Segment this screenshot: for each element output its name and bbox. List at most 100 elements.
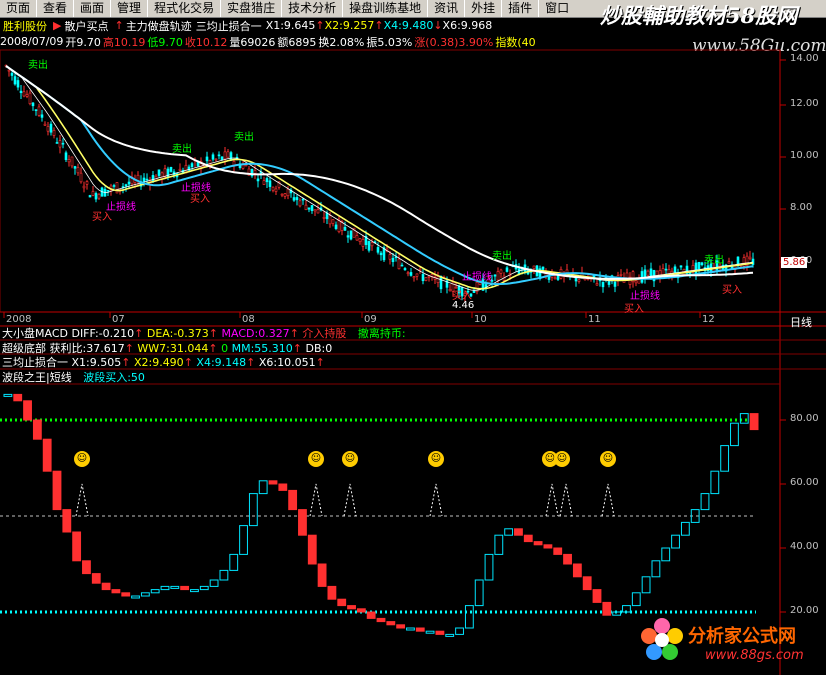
wave-tick: 40.00 [790, 541, 819, 552]
candle-body [358, 238, 362, 242]
candle-body [304, 204, 308, 211]
candle-body [241, 164, 245, 169]
candle-body [694, 262, 698, 275]
wave-bar [406, 627, 415, 631]
candle-body [58, 140, 62, 148]
wave-bar [180, 585, 190, 591]
candle-body [601, 281, 605, 288]
candle-body [292, 197, 296, 201]
flower-logo-icon [638, 616, 686, 664]
wave-bar [111, 589, 121, 594]
wave-bar [13, 393, 23, 402]
smiley-icon: ☺ [600, 451, 616, 467]
buy-label-2: 买入 [190, 194, 210, 205]
wave-bar [484, 553, 494, 581]
wave-bar [651, 560, 661, 578]
wave-bar [523, 534, 533, 543]
wave-bar [101, 582, 111, 591]
candle-body [595, 283, 599, 286]
wave-info[interactable]: 波段之王|短线 波段买入:50 [2, 371, 145, 384]
wave-bar [72, 531, 82, 562]
candle-body [322, 217, 326, 219]
candle-body [334, 224, 338, 229]
candle-body [112, 185, 116, 187]
candle-body [16, 80, 20, 88]
candle-body [61, 142, 65, 145]
candle-body [142, 177, 146, 182]
candle-body [553, 277, 557, 280]
price-tick: 8.00 [790, 202, 813, 213]
candle-body [31, 102, 35, 107]
candle-body [328, 215, 332, 225]
stop-info[interactable]: 三均止损合一 X1:9.505↑ X2:9.490↑ X4:9.148↑ X6:… [2, 356, 325, 369]
candle-body [400, 264, 404, 267]
candle-body [436, 276, 440, 284]
ma5-line [5, 65, 754, 291]
smiley-icon: ☺ [308, 451, 324, 467]
candle-body [343, 226, 347, 231]
candle-body [361, 239, 365, 247]
candle-body [220, 156, 224, 161]
wave-bar [190, 589, 199, 593]
candle-body [697, 261, 701, 270]
candle-body [376, 247, 380, 253]
ma10-line [5, 65, 754, 290]
wave-tick: 20.00 [790, 605, 819, 616]
candle-body [664, 268, 668, 271]
wave-bar [366, 611, 376, 619]
candle-body [46, 126, 50, 132]
candle-body [295, 197, 299, 201]
candle-body [253, 170, 257, 174]
wave-bar [543, 544, 553, 549]
candle-body [52, 129, 56, 136]
time-tick: 2008 [6, 314, 32, 325]
candle-body [28, 92, 32, 104]
ma60-line [5, 65, 754, 280]
wave-bar [533, 541, 543, 546]
candle-body [178, 168, 182, 171]
wave-bar [455, 627, 464, 635]
wave-bar [248, 493, 258, 527]
candle-body [163, 168, 167, 177]
candle-body [79, 172, 83, 183]
candle-body [541, 266, 545, 270]
smiley-icon: ☺ [74, 451, 90, 467]
candle-body [205, 156, 209, 162]
wave-bar [415, 627, 425, 632]
period-label[interactable]: 日线 [790, 314, 812, 330]
candle-body [406, 272, 410, 275]
wave-bar [494, 534, 504, 555]
candle-body [91, 191, 95, 196]
macd-info[interactable]: 大小盘MACD DIFF:-0.210↑ DEA:-0.373↑ MACD:0.… [2, 327, 406, 340]
candle-body [472, 290, 476, 293]
sell-label-2: 卖出 [172, 144, 192, 155]
wave-bar [572, 563, 582, 578]
wave-bar [680, 521, 690, 536]
wave-bar [396, 624, 406, 629]
wave-bar [592, 589, 602, 603]
logo-url: www.88gs.com [705, 648, 804, 663]
time-tick: 09 [364, 314, 377, 325]
wave-bar [160, 585, 170, 591]
candle-body [190, 163, 194, 167]
wave-bar [445, 633, 455, 637]
candle-body [355, 235, 359, 241]
bottom-info[interactable]: 超级底部 获利比:37.617↑ WW7:31.044↑ 0 MM:55.310… [2, 342, 332, 355]
candle-body [124, 184, 128, 187]
wave-bar [268, 480, 278, 485]
candle-body [496, 271, 500, 281]
buy-label-4: 买入 [624, 304, 644, 315]
candle-body [331, 219, 335, 224]
wave-bar [671, 534, 680, 549]
candle-body [67, 159, 71, 163]
wave-bar [356, 608, 366, 613]
price-tick: 14.00 [790, 53, 819, 64]
candle-body [316, 209, 320, 214]
wave-bar [62, 509, 72, 533]
wave-bar [327, 585, 337, 600]
candle-body [493, 274, 497, 277]
sell-label-1: 卖出 [28, 60, 48, 71]
candle-body [211, 154, 215, 160]
wave-bar [661, 547, 671, 562]
candle-body [424, 277, 428, 281]
